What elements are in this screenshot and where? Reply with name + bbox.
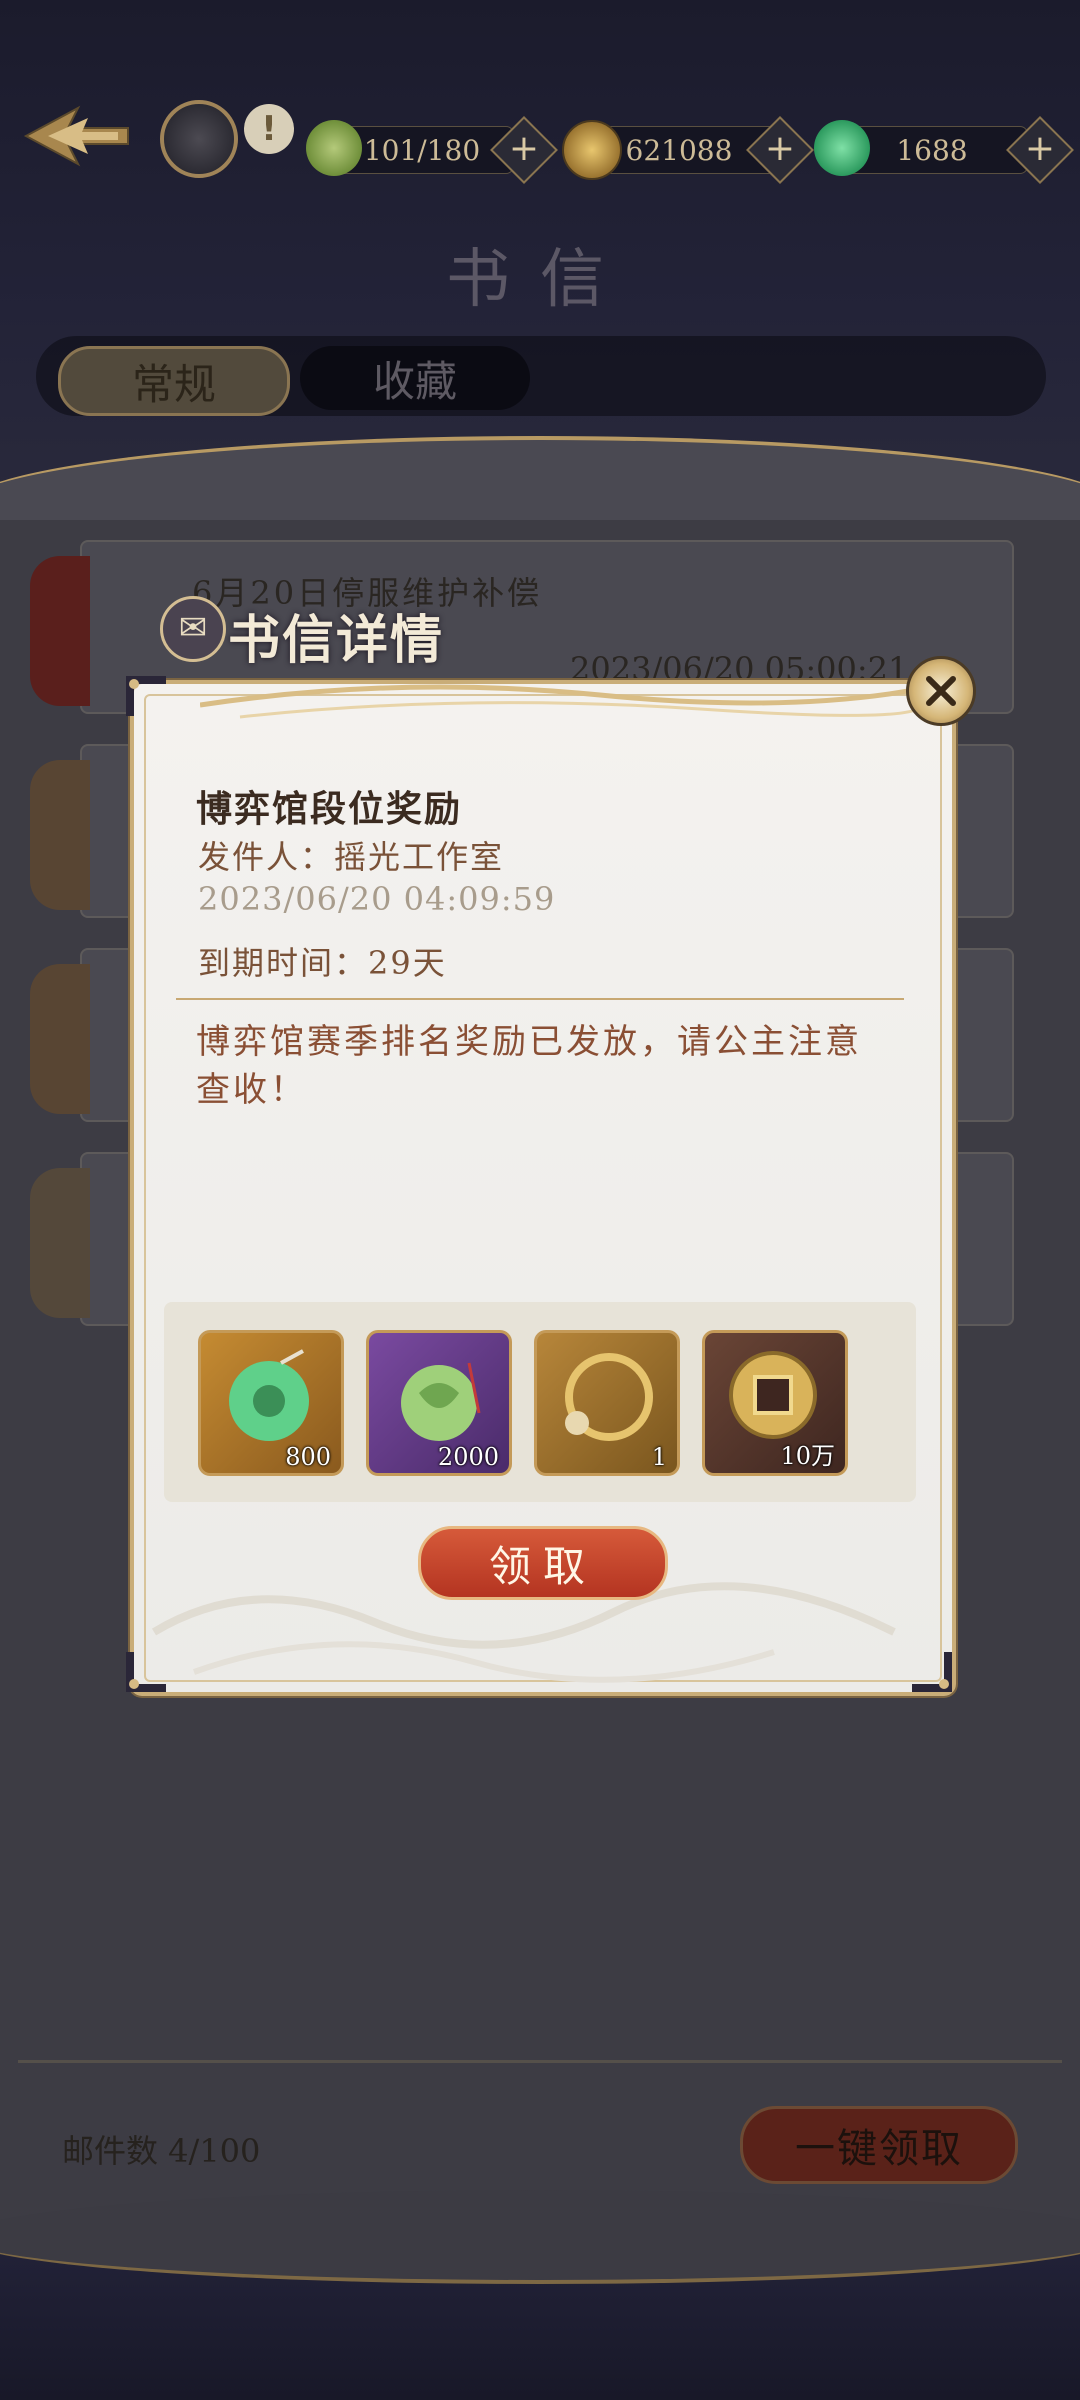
claim-button[interactable]: 领取 [418, 1526, 668, 1600]
expiry-value: 29天 [368, 944, 447, 982]
sender-name: 摇光工作室 [334, 838, 505, 876]
mail-count: 邮件数 4/100 [62, 2132, 261, 2170]
corner-ornament-icon [126, 676, 166, 716]
tea-leaf-icon [306, 120, 362, 176]
mail-tag-red [30, 556, 90, 706]
stamina-value: 101/180 [363, 133, 481, 167]
content-divider [176, 998, 904, 1000]
mail-sender: 发件人：摇光工作室 [198, 832, 504, 878]
list-divider [18, 2060, 1062, 2063]
green-jade-pendant-icon [229, 1349, 309, 1441]
dialog-header-title: 书信详情 [228, 610, 445, 671]
jade-beast-amulet-icon [401, 1362, 481, 1441]
bottom-decor [0, 2190, 1080, 2400]
jade-gem-icon [814, 120, 870, 176]
sender-label: 发件人： [198, 838, 335, 876]
expiry-label: 到期时间： [198, 944, 369, 982]
reward-quantity: 1 [651, 1443, 667, 1471]
golden-ring-frame-icon [565, 1353, 653, 1441]
reward-item[interactable]: 1 [534, 1330, 680, 1476]
tab-favorites[interactable]: 收藏 [300, 346, 530, 410]
jade-value: 1688 [896, 133, 968, 167]
claim-all-button[interactable]: 一键领取 [740, 2106, 1018, 2184]
reward-item[interactable]: 800 [198, 1330, 344, 1476]
corner-ornament-icon [912, 1652, 952, 1692]
reward-quantity: 2000 [437, 1443, 499, 1471]
mail-body-text: 博弈馆赛季排名奖励已发放，请公主注意查收！ [196, 1022, 862, 1110]
mail-timestamp: 2023/06/20 04:09:59 [198, 880, 556, 918]
reward-item[interactable]: 2000 [366, 1330, 512, 1476]
mail-tag-gold [30, 1168, 90, 1318]
mail-subject: 博弈馆段位奖励 [196, 788, 463, 830]
letter-emblem-icon: ✉ [160, 596, 226, 662]
reward-quantity: 10万 [780, 1442, 835, 1470]
tab-regular[interactable]: 常规 [58, 346, 290, 416]
close-icon[interactable] [906, 656, 976, 726]
reward-quantity: 800 [285, 1443, 331, 1471]
mailbox-book-icon[interactable] [160, 100, 238, 178]
coins-value: 621088 [625, 133, 733, 167]
gold-swoosh-decor [200, 682, 940, 719]
copper-coin-icon [562, 120, 622, 180]
reward-item[interactable]: 10万 [702, 1330, 848, 1476]
page-title: 书信 [446, 243, 634, 317]
back-arrow-icon[interactable] [18, 98, 133, 174]
alert-icon[interactable]: ! [244, 104, 294, 154]
mail-expiry: 到期时间：29天 [198, 938, 447, 984]
mail-tag-brown [30, 964, 90, 1114]
corner-ornament-icon [126, 1652, 166, 1692]
mail-tag-brown [30, 760, 90, 910]
